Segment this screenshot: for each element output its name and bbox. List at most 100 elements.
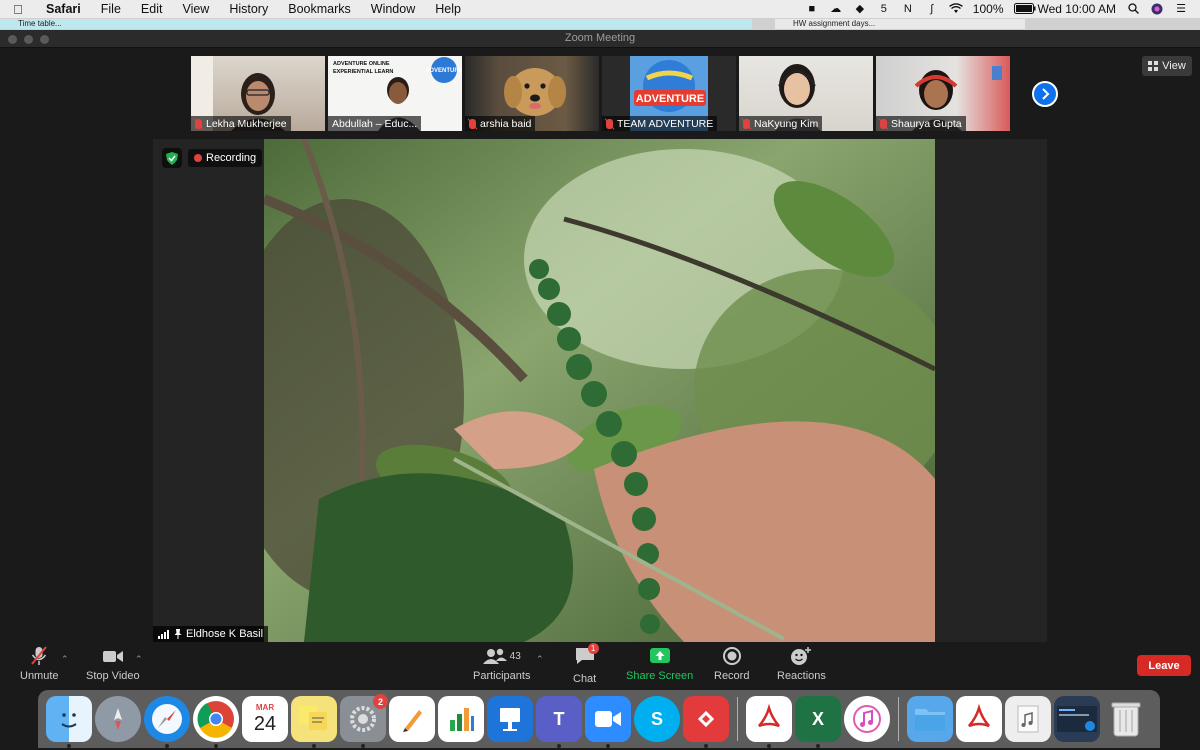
battery-icon[interactable]: [1013, 3, 1035, 15]
participant-thumbnail[interactable]: Lekha Mukherjee: [191, 56, 325, 131]
safari-app-icon[interactable]: [144, 696, 190, 748]
participant-name: NaKyung Kim: [754, 118, 819, 130]
meeting-area: Lekha Mukherjee ADVENTURE ADVENTURE ONLI…: [0, 48, 1200, 642]
video-options-caret-icon[interactable]: ⌃: [135, 654, 143, 665]
zoom-app-icon[interactable]: [585, 696, 631, 748]
participant-thumbnail[interactable]: NaKyung Kim: [739, 56, 873, 131]
window-thumbnail-icon[interactable]: [1054, 696, 1100, 742]
running-indicator: [361, 744, 365, 748]
stop-video-button[interactable]: Stop Video: [86, 646, 140, 682]
anydesk-app-icon[interactable]: [683, 696, 729, 748]
adventure-logo-text: ADVENTURE: [636, 93, 704, 105]
view-layout-button[interactable]: View: [1142, 56, 1192, 76]
participant-thumbnail[interactable]: Shaurya Gupta: [876, 56, 1010, 131]
muted-mic-icon: [606, 119, 613, 129]
next-participants-button[interactable]: [1032, 81, 1058, 107]
folder-icon[interactable]: [907, 696, 953, 742]
numbers-app-icon[interactable]: [438, 696, 484, 742]
pages-app-icon[interactable]: [389, 696, 435, 742]
reactions-button[interactable]: Reactions: [777, 646, 826, 682]
banner-line2: EXPERIENTIAL LEARN: [333, 69, 394, 75]
tab-hw-assignment[interactable]: HW assignment days...: [775, 19, 1025, 29]
signal-strength-icon: [158, 629, 169, 639]
unmute-button[interactable]: Unmute: [20, 646, 59, 682]
macos-dock: MAR 24 2 T S X: [38, 690, 1160, 748]
tab-time-table[interactable]: Time table...: [0, 19, 752, 29]
grid-icon: [1148, 61, 1159, 71]
chrome-app-icon[interactable]: [193, 696, 239, 748]
menu-history[interactable]: History: [219, 2, 278, 16]
system-preferences-app-icon[interactable]: 2: [340, 694, 388, 748]
badge-5-icon[interactable]: 5: [877, 3, 891, 15]
itunes-app-icon[interactable]: [844, 696, 890, 742]
meeting-controls-bar: Unmute ⌃ Stop Video ⌃ 43 Participants ⌃ …: [0, 642, 1200, 688]
spotlight-search-icon[interactable]: [1126, 3, 1140, 15]
chat-unread-badge: 1: [587, 643, 599, 654]
participants-options-caret-icon[interactable]: ⌃: [536, 654, 544, 665]
notion-icon[interactable]: N: [901, 3, 915, 15]
participant-thumbnail[interactable]: ADVENTURE TEAM ADVENTURE: [602, 56, 736, 131]
menu-app-name[interactable]: Safari: [36, 2, 91, 16]
running-indicator: [606, 744, 610, 748]
leave-meeting-button[interactable]: Leave: [1137, 655, 1191, 676]
menu-bookmarks[interactable]: Bookmarks: [278, 2, 361, 16]
muted-mic-icon: [469, 119, 476, 129]
acrobat-app-icon[interactable]: [746, 696, 792, 748]
view-button-label: View: [1162, 60, 1186, 72]
dropbox-icon[interactable]: ◆: [853, 3, 867, 15]
dock-separator: [898, 697, 899, 741]
wifi-icon[interactable]: [948, 3, 963, 15]
encryption-shield-icon[interactable]: [162, 148, 182, 168]
control-center-icon[interactable]: ☰: [1174, 3, 1188, 15]
menu-edit[interactable]: Edit: [131, 2, 173, 16]
participant-name: Lekha Mukherjee: [206, 118, 287, 130]
participant-thumbnail[interactable]: ADVENTURE ADVENTURE ONLINE EXPERIENTIAL …: [328, 56, 462, 131]
participant-name: arshia baid: [480, 118, 532, 130]
record-button[interactable]: Record: [714, 646, 749, 682]
pdf-document-icon[interactable]: [956, 696, 1002, 742]
reactions-label: Reactions: [777, 670, 826, 682]
bluetooth-icon[interactable]: ∫: [925, 3, 939, 15]
participant-count: 43: [509, 650, 521, 662]
active-speaker-name: Eldhose K Basil: [186, 628, 264, 640]
zoom-status-icon[interactable]: ■: [805, 3, 819, 15]
apple-menu-icon[interactable]: : [0, 2, 36, 17]
share-screen-button[interactable]: Share Screen: [626, 646, 693, 682]
recording-status[interactable]: Recording: [188, 149, 263, 167]
audio-options-caret-icon[interactable]: ⌃: [61, 654, 69, 665]
banner-line1: ADVENTURE ONLINE: [333, 61, 390, 67]
menu-help[interactable]: Help: [425, 2, 471, 16]
active-speaker-video: [264, 139, 935, 642]
chat-button[interactable]: 1 Chat: [573, 643, 599, 685]
muted-mic-icon: [195, 119, 202, 129]
menu-file[interactable]: File: [91, 2, 131, 16]
recording-indicator: Recording: [162, 148, 263, 168]
chat-label: Chat: [573, 673, 597, 685]
music-file-icon[interactable]: [1005, 696, 1051, 742]
keynote-app-icon[interactable]: [487, 696, 533, 742]
trash-icon[interactable]: [1103, 696, 1149, 742]
menu-view[interactable]: View: [172, 2, 219, 16]
running-indicator: [165, 744, 169, 748]
teams-app-icon[interactable]: T: [536, 696, 582, 748]
participants-label: Participants: [473, 670, 531, 682]
menu-window[interactable]: Window: [361, 2, 425, 16]
launchpad-app-icon[interactable]: [95, 696, 141, 742]
chevron-right-icon: [1042, 88, 1050, 100]
excel-app-icon[interactable]: X: [795, 696, 841, 748]
siri-icon[interactable]: [1150, 3, 1164, 15]
muted-mic-icon: [880, 119, 887, 129]
finder-app-icon[interactable]: [46, 696, 92, 748]
creative-cloud-icon[interactable]: ☁: [829, 3, 843, 15]
clock[interactable]: Wed 10:00 AM: [1038, 2, 1117, 16]
stickies-app-icon[interactable]: [291, 696, 337, 748]
zoom-window-titlebar: Zoom Meeting: [0, 30, 1200, 48]
participants-button[interactable]: 43 Participants: [473, 646, 530, 682]
calendar-app-icon[interactable]: MAR 24: [242, 696, 288, 742]
skype-app-icon[interactable]: S: [634, 696, 680, 742]
video-camera-icon: [102, 651, 123, 662]
record-label: Record: [714, 670, 750, 682]
running-indicator: [816, 744, 820, 748]
participant-thumbnail[interactable]: arshia baid: [465, 56, 599, 131]
notification-badge: 2: [373, 694, 388, 709]
